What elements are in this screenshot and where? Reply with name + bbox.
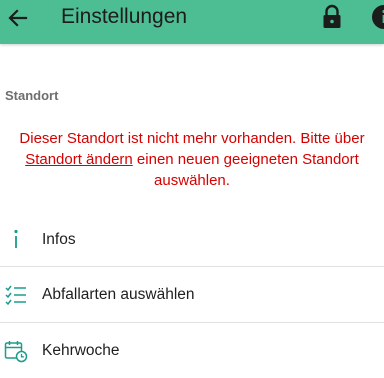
app-bar: Einstellungen [0,0,384,44]
page-title: Einstellungen [61,5,188,28]
calendar-clock-icon [4,339,28,363]
warning-text-start: Dieser Standort ist nicht mehr vorhanden… [19,130,365,147]
back-button[interactable] [6,6,30,30]
section-header-location: Standort [5,88,59,103]
info-icon [372,5,384,29]
location-warning: Dieser Standort ist nicht mehr vorhanden… [10,128,374,191]
menu-item-label: Kehrwoche [42,341,120,359]
menu-item-label: Infos [42,230,76,248]
lock-button[interactable] [321,4,343,30]
warning-text-end: einen neuen geeigneten Standort auswähle… [132,151,359,189]
menu-item-waste-types[interactable]: Abfallarten auswählen [0,267,384,322]
menu-item-kehrwoche[interactable]: Kehrwoche [0,323,384,378]
menu-item-infos[interactable]: Infos [0,212,384,267]
menu-item-label: Abfallarten auswählen [42,285,195,303]
info-button[interactable] [371,4,384,30]
lock-icon [323,4,341,28]
arrow-back-icon [8,9,28,27]
checklist-icon [4,283,28,307]
change-location-link[interactable]: Standort ändern [25,151,133,168]
info-letter-icon [4,228,28,252]
